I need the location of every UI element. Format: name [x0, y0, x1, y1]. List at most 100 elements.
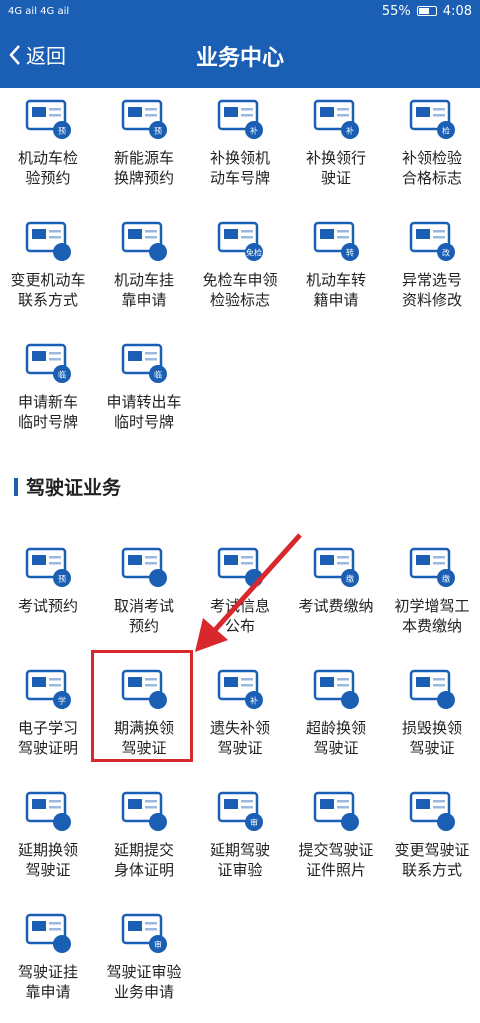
service-item[interactable]: 临申请转出车 临时号牌	[96, 336, 192, 432]
service-label: 延期提交 身体证明	[113, 841, 174, 879]
service-label: 申请转出车 临时号牌	[106, 393, 182, 431]
service-icon: 审	[214, 784, 266, 836]
service-item[interactable]: 超龄换领 驾驶证	[288, 662, 384, 758]
svg-text:审: 审	[250, 818, 258, 828]
section-header-license: 驾驶证业务	[14, 473, 121, 500]
service-item[interactable]: 预考试预约	[0, 540, 96, 616]
service-item[interactable]: 转机动车转 籍申请	[288, 214, 384, 310]
service-label: 机动车检 验预约	[17, 149, 78, 187]
service-item[interactable]: 考试信息 公布	[192, 540, 288, 636]
svg-text:补: 补	[346, 126, 354, 136]
svg-text:转: 转	[346, 248, 354, 258]
svg-text:检: 检	[442, 126, 450, 136]
service-label: 异常选号 资料修改	[401, 271, 462, 309]
service-icon	[118, 540, 170, 592]
service-item[interactable]: 改异常选号 资料修改	[384, 214, 480, 310]
service-label: 电子学习 驾驶证明	[17, 719, 78, 757]
service-label: 损毁换领 驾驶证	[401, 719, 462, 757]
service-label: 变更机动车 联系方式	[10, 271, 86, 309]
svg-text:免检: 免检	[246, 248, 262, 258]
service-item[interactable]: 补补换领机 动车号牌	[192, 92, 288, 188]
service-icon: 检	[406, 92, 458, 144]
service-item[interactable]: 补遗失补领 驾驶证	[192, 662, 288, 758]
back-label: 返回	[26, 44, 66, 68]
service-icon: 学	[22, 662, 74, 714]
svg-text:审: 审	[154, 940, 162, 950]
back-button[interactable]: 返回	[8, 40, 66, 69]
service-icon: 补	[214, 92, 266, 144]
service-icon	[310, 784, 362, 836]
service-label: 机动车转 籍申请	[305, 271, 366, 309]
svg-text:缴: 缴	[442, 574, 450, 584]
service-label: 初学增驾工 本费缴纳	[394, 597, 470, 635]
service-item[interactable]: 缴考试费缴纳	[288, 540, 384, 616]
service-item[interactable]: 预新能源车 换牌预约	[96, 92, 192, 188]
svg-text:改: 改	[442, 248, 450, 258]
service-label: 新能源车 换牌预约	[113, 149, 174, 187]
signal-icons: 4G ail 4G ail	[8, 6, 69, 17]
svg-text:预: 预	[154, 126, 162, 136]
service-icon: 免检	[214, 214, 266, 266]
service-item[interactable]: 变更机动车 联系方式	[0, 214, 96, 310]
service-item[interactable]: 缴初学增驾工 本费缴纳	[384, 540, 480, 636]
clock: 4:08	[442, 3, 472, 19]
service-item[interactable]: 免检免检车申领 检验标志	[192, 214, 288, 310]
svg-text:学: 学	[58, 696, 66, 706]
service-label: 延期驾驶 证审验	[209, 841, 270, 879]
service-label: 补换领行 驶证	[305, 149, 366, 187]
svg-text:补: 补	[250, 126, 258, 136]
service-item[interactable]: 学电子学习 驾驶证明	[0, 662, 96, 758]
service-item[interactable]: 审延期驾驶 证审验	[192, 784, 288, 880]
service-icon: 缴	[406, 540, 458, 592]
service-label: 考试预约	[17, 597, 78, 615]
service-icon: 临	[118, 336, 170, 388]
service-icon	[22, 214, 74, 266]
service-icon: 审	[118, 906, 170, 958]
service-label: 申请新车 临时号牌	[17, 393, 78, 431]
service-item[interactable]: 补补换领行 驶证	[288, 92, 384, 188]
battery-icon	[416, 6, 437, 16]
service-label: 驾驶证审验 业务申请	[106, 963, 182, 1001]
service-item[interactable]: 预机动车检 验预约	[0, 92, 96, 188]
service-item[interactable]: 延期换领 驾驶证	[0, 784, 96, 880]
section-title: 驾驶证业务	[26, 477, 122, 499]
service-icon	[214, 540, 266, 592]
service-icon: 改	[406, 214, 458, 266]
service-icon: 补	[214, 662, 266, 714]
service-icon	[406, 784, 458, 836]
service-icon	[310, 662, 362, 714]
service-item[interactable]: 检补领检验 合格标志	[384, 92, 480, 188]
service-label: 免检车申领 检验标志	[202, 271, 278, 309]
service-label: 考试费缴纳	[298, 597, 374, 615]
service-label: 考试信息 公布	[209, 597, 270, 635]
service-item[interactable]: 延期提交 身体证明	[96, 784, 192, 880]
service-item[interactable]: 取消考试 预约	[96, 540, 192, 636]
service-item[interactable]: 提交驾驶证 证件照片	[288, 784, 384, 880]
service-icon	[118, 662, 170, 714]
svg-text:预: 预	[58, 126, 66, 136]
service-item[interactable]: 临申请新车 临时号牌	[0, 336, 96, 432]
service-icon: 预	[22, 92, 74, 144]
service-label: 遗失补领 驾驶证	[209, 719, 270, 757]
service-label: 变更驾驶证 联系方式	[394, 841, 470, 879]
service-label: 提交驾驶证 证件照片	[298, 841, 374, 879]
signal-icon: 4G ail 4G ail	[8, 5, 70, 17]
service-item[interactable]: 损毁换领 驾驶证	[384, 662, 480, 758]
top-nav: 返回 业务中心	[0, 22, 480, 88]
battery-percent: 55%	[381, 3, 411, 19]
service-item[interactable]: 期满换领 驾驶证	[96, 662, 192, 758]
service-item[interactable]: 变更驾驶证 联系方式	[384, 784, 480, 880]
service-label: 补换领机 动车号牌	[209, 149, 270, 187]
service-icon: 临	[22, 336, 74, 388]
service-label: 驾驶证挂 靠申请	[17, 963, 78, 1001]
service-icon	[406, 662, 458, 714]
service-item[interactable]: 审驾驶证审验 业务申请	[96, 906, 192, 1002]
section-bar	[14, 477, 18, 496]
svg-text:补: 补	[250, 696, 258, 706]
service-label: 超龄换领 驾驶证	[305, 719, 366, 757]
service-label: 取消考试 预约	[113, 597, 174, 635]
service-item[interactable]: 机动车挂 靠申请	[96, 214, 192, 310]
service-item[interactable]: 驾驶证挂 靠申请	[0, 906, 96, 1002]
status-bar: 4G ail 4G ail 55% 4:08	[0, 0, 480, 22]
service-label: 补领检验 合格标志	[401, 149, 462, 187]
